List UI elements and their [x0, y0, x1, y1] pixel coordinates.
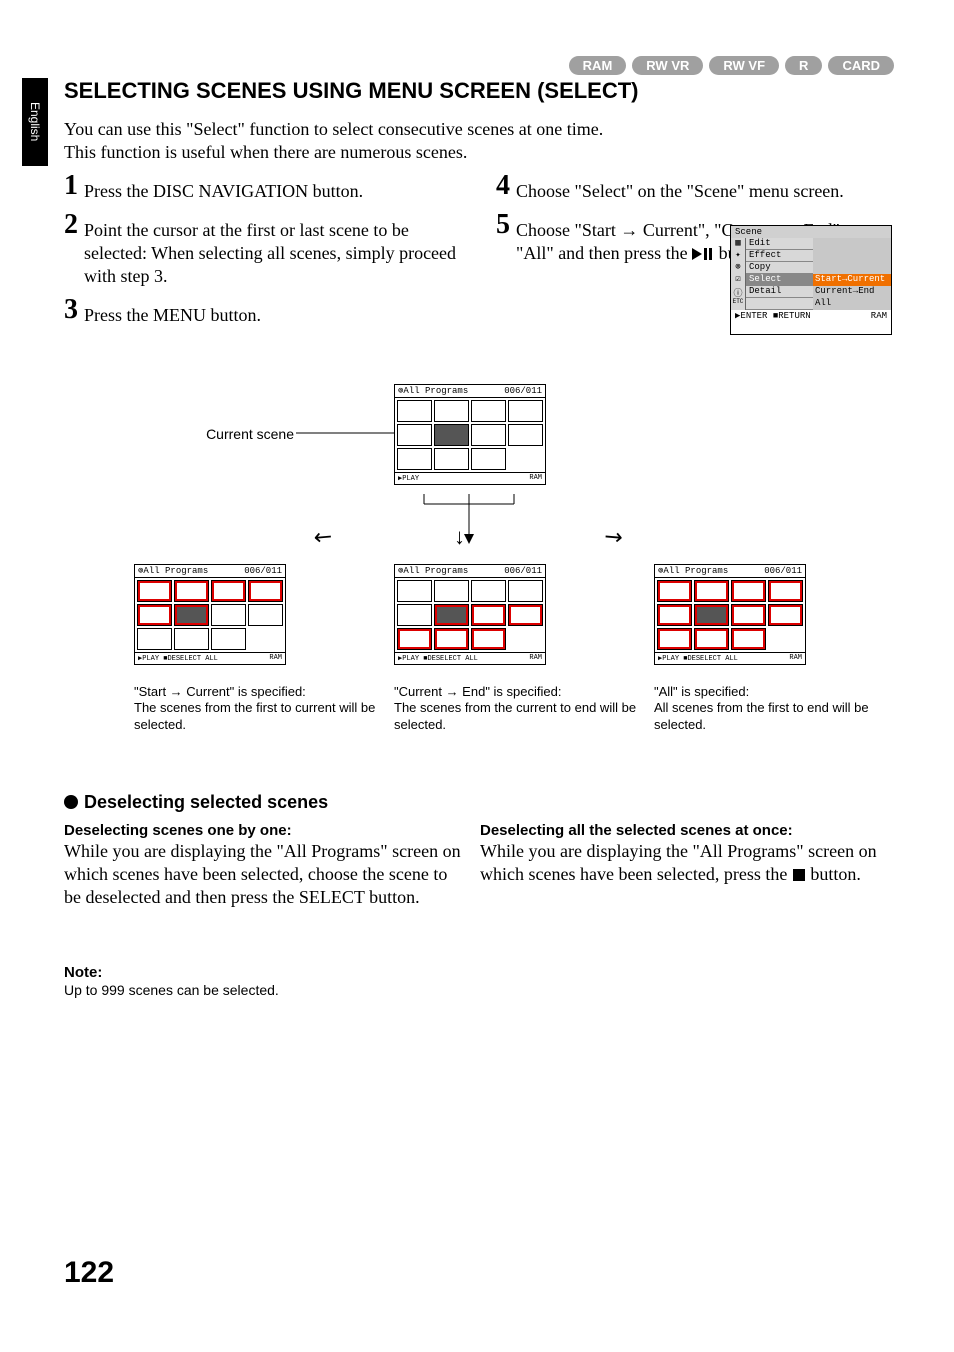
step-number: 2 [64, 211, 78, 239]
deselect-all-heading: Deselecting all the selected scenes at o… [480, 822, 793, 839]
left-column: 1 Press the DISC NAVIGATION button. 2 Po… [64, 172, 462, 335]
menu-row: ⊚Copy [731, 262, 891, 274]
deselect-one-heading: Deselecting scenes one by one: [64, 822, 292, 839]
selection-diagram: Current scene ⊚All Programs006/011 ▶PLAY… [64, 384, 894, 774]
step-4: 4 Choose "Select" on the "Scene" menu sc… [496, 172, 894, 203]
caption-middle: "Current → End" is specified: The scenes… [394, 684, 644, 733]
step-text: Choose "Select" on the "Scene" menu scre… [516, 172, 894, 203]
media-pill: CARD [828, 56, 894, 75]
page-number: 122 [64, 1256, 114, 1290]
media-pill: RAM [569, 56, 627, 75]
menu-row: ▦Edit [731, 238, 891, 250]
language-tab: English [22, 78, 48, 166]
menu-row: ⓘDetailCurrent→End [731, 286, 891, 298]
deselect-all-body-b: button. [806, 864, 861, 884]
step-text: Point the cursor at the first or last sc… [84, 211, 462, 288]
page-title: SELECTING SCENES USING MENU SCREEN (SELE… [64, 78, 894, 104]
menu-footer: ▶ENTER ■RETURNRAM [731, 310, 891, 322]
menu-row-selected: ☑SelectStart→Current [731, 274, 891, 286]
down-branch-icon [394, 494, 544, 544]
step-2: 2 Point the cursor at the first or last … [64, 211, 462, 288]
menu-title: Scene [731, 226, 891, 238]
mini-screen-right: ⊚All Programs006/011 ▶PLAY ■DESELECT ALL… [654, 564, 806, 665]
menu-row: ETCAll [731, 298, 891, 310]
mini-screen-left: ⊚All Programs006/011 ▶PLAY ■DESELECT ALL… [134, 564, 286, 665]
caption-right: "All" is specified: All scenes from the … [654, 684, 904, 733]
media-pill-row: RAM RW VR RW VF R CARD [569, 56, 894, 75]
current-scene-label: Current scene [164, 426, 294, 442]
language-tab-text: English [28, 102, 42, 141]
media-pill: R [785, 56, 822, 75]
media-pill: RW VF [709, 56, 779, 75]
step-text: Press the MENU button. [84, 296, 462, 327]
step-number: 3 [64, 296, 78, 324]
arrow-left-icon: ↙ [308, 521, 339, 553]
mini-screen-middle: ⊚All Programs006/011 ▶PLAY ■DESELECT ALL… [394, 564, 546, 665]
arrow-down-icon: ↓ [454, 524, 465, 550]
step-3: 3 Press the MENU button. [64, 296, 462, 327]
step-number: 5 [496, 211, 510, 239]
intro-text: You can use this "Select" function to se… [64, 118, 664, 164]
note-body: Up to 999 scenes can be selected. [64, 982, 279, 998]
media-pill: RW VR [632, 56, 703, 75]
step-number: 1 [64, 172, 78, 200]
note-heading: Note: [64, 964, 102, 981]
leader-line-icon [296, 432, 396, 434]
mini-screen-top: ⊚All Programs006/011 ▶PLAYRAM [394, 384, 546, 485]
stop-icon [792, 868, 806, 882]
intro-line2: This function is useful when there are n… [64, 142, 467, 162]
play-pause-icon [692, 247, 714, 261]
arrow-right-icon: ↘ [598, 521, 629, 553]
caption-left: "Start → Current" is specified: The scen… [134, 684, 384, 733]
step-text: Press the DISC NAVIGATION button. [84, 172, 462, 203]
deselect-one-body: While you are displaying the "All Progra… [64, 840, 464, 909]
step-1: 1 Press the DISC NAVIGATION button. [64, 172, 462, 203]
scene-menu-lcd: Scene ▦Edit ✦Effect ⊚Copy ☑SelectStart→C… [730, 225, 892, 335]
step-number: 4 [496, 172, 510, 200]
intro-line1: You can use this "Select" function to se… [64, 119, 603, 139]
deselect-all-body: While you are displaying the "All Progra… [480, 840, 880, 886]
menu-row: ✦Effect [731, 250, 891, 262]
deselecting-heading: Deselecting selected scenes [64, 792, 328, 813]
